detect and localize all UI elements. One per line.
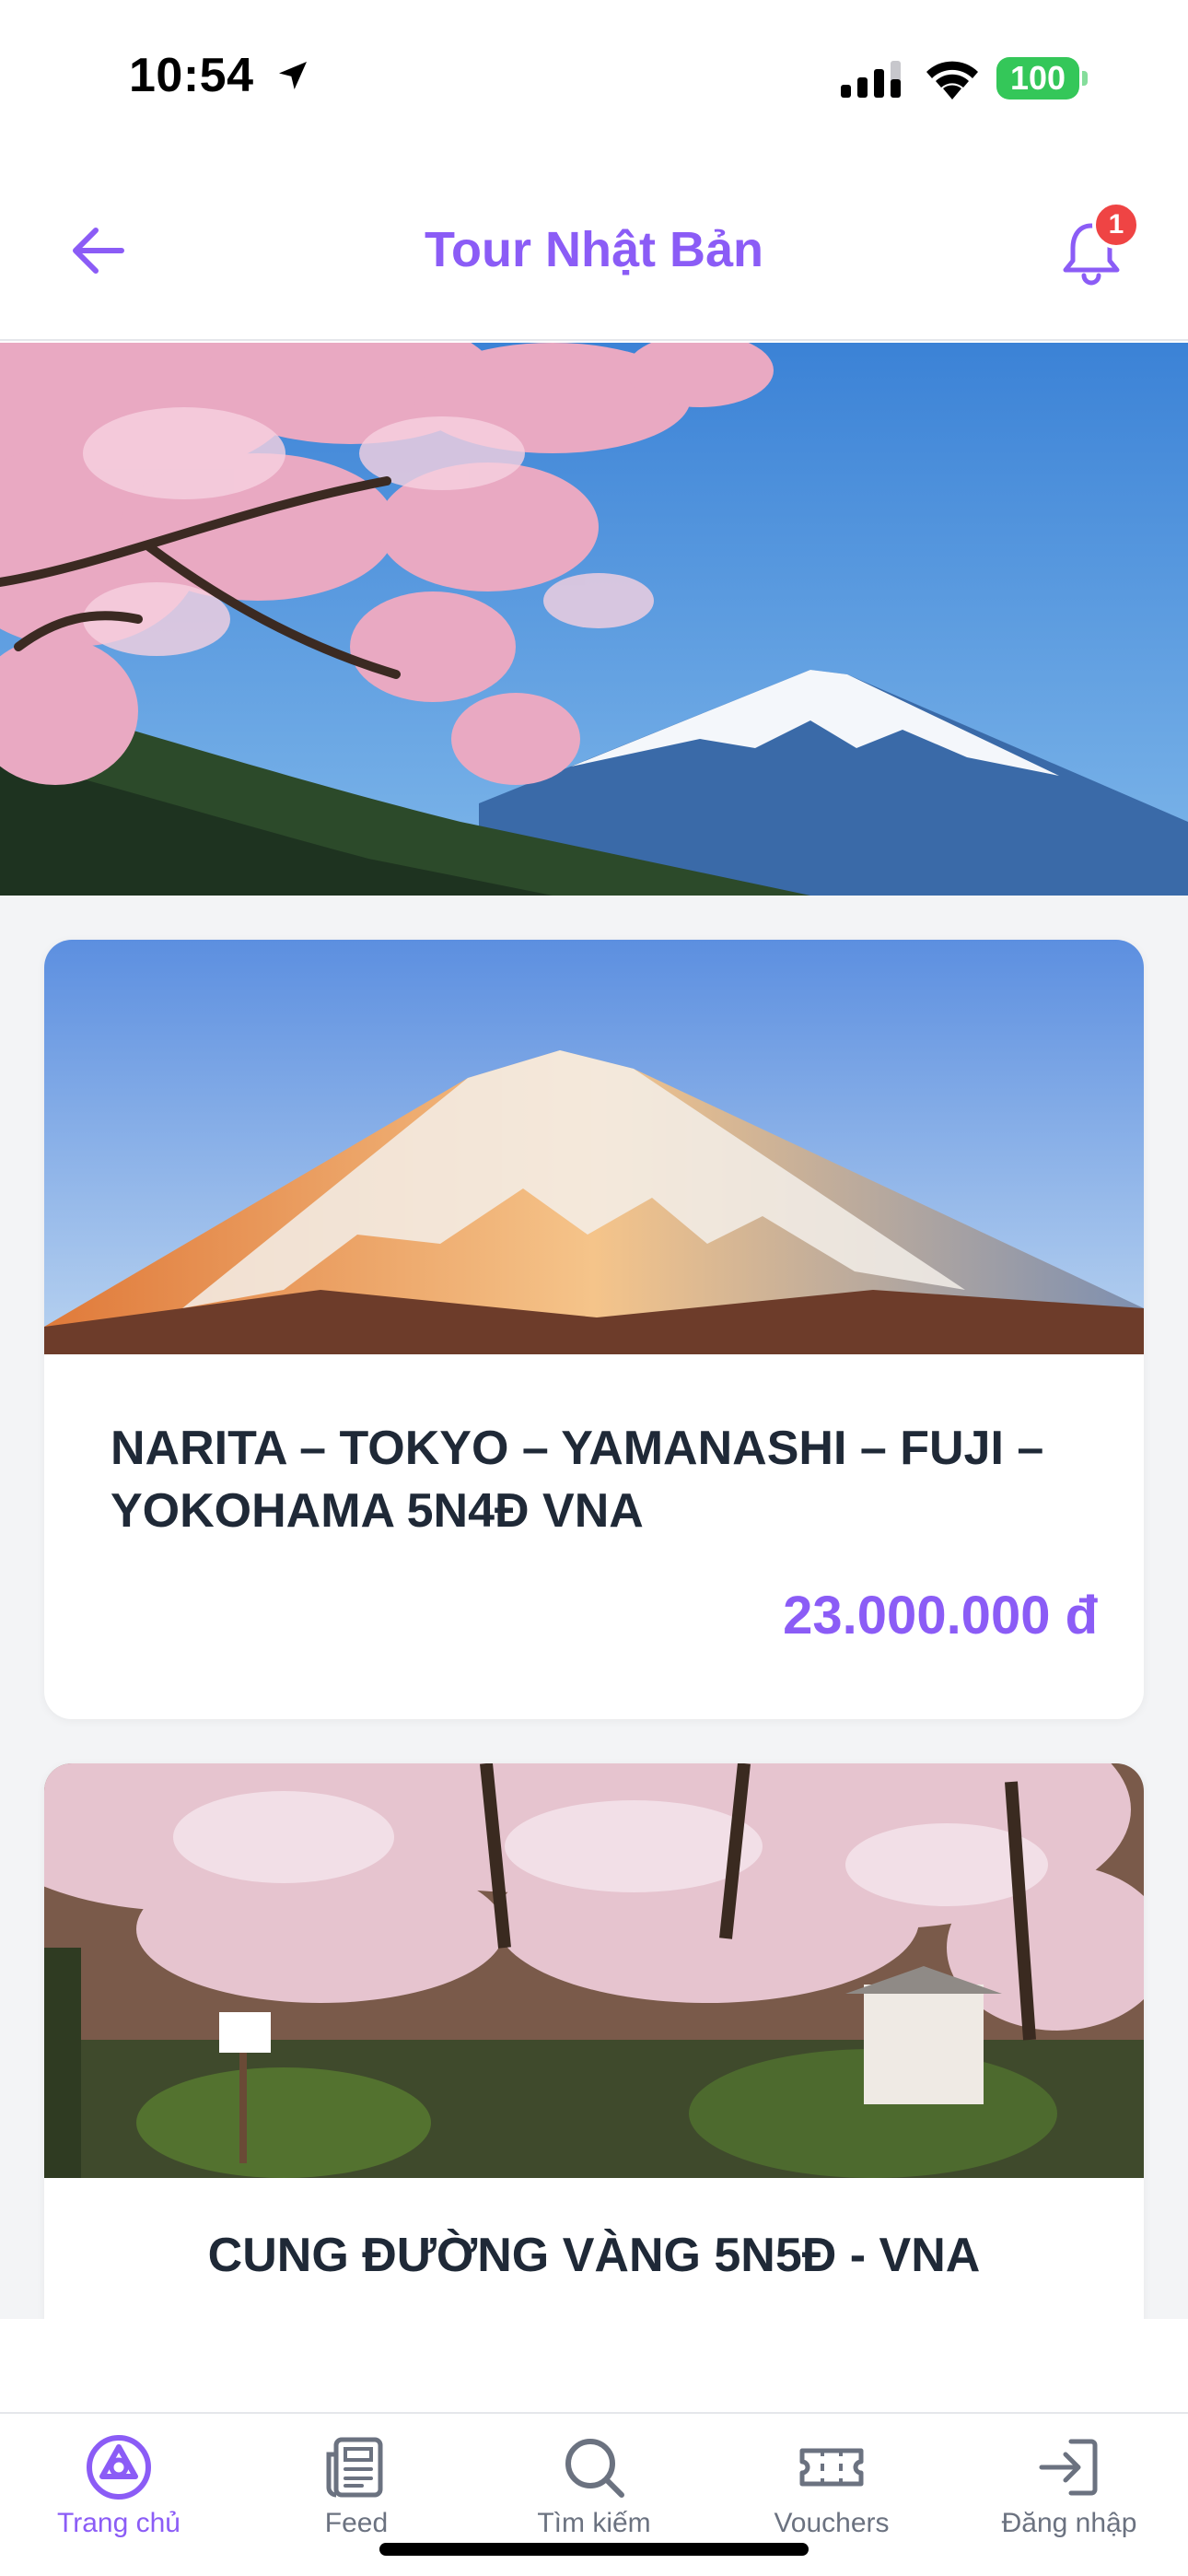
tour-image-fuji bbox=[44, 940, 1144, 1354]
tab-label: Tìm kiếm bbox=[537, 2508, 651, 2538]
top-nav-bar: Tour Nhật Bản 1 bbox=[0, 157, 1188, 341]
battery-indicator: 100 bbox=[996, 57, 1079, 100]
page-title: Tour Nhật Bản bbox=[425, 222, 763, 277]
tour-card[interactable]: CUNG ĐƯỜNG VÀNG 5N5Đ - VNA bbox=[44, 1763, 1144, 2319]
newspaper-icon bbox=[326, 2437, 383, 2498]
home-logo-icon bbox=[87, 2435, 151, 2500]
tour-image-cherry-blossom bbox=[44, 1763, 1144, 2178]
location-arrow-icon bbox=[279, 62, 307, 89]
tab-vouchers[interactable]: Vouchers bbox=[713, 2432, 950, 2561]
tour-title: NARITA – TOKYO – YAMANASHI – FUJI – YOKO… bbox=[111, 1422, 1044, 1538]
battery-level: 100 bbox=[1009, 59, 1066, 97]
search-icon bbox=[565, 2439, 624, 2498]
notification-badge: 1 bbox=[1092, 201, 1140, 249]
cellular-signal-icon bbox=[841, 61, 901, 98]
battery-nub bbox=[1082, 71, 1088, 86]
ticket-icon bbox=[799, 2448, 864, 2487]
status-time: 10:54 bbox=[129, 49, 254, 102]
tab-label: Vouchers bbox=[774, 2508, 890, 2538]
status-bar: 10:54 100 bbox=[0, 0, 1188, 157]
tab-feed[interactable]: Feed bbox=[238, 2432, 475, 2561]
tour-card[interactable]: NARITA – TOKYO – YAMANASHI – FUJI – YOKO… bbox=[44, 940, 1144, 1719]
home-indicator bbox=[379, 2543, 809, 2556]
wifi-icon bbox=[926, 61, 978, 100]
tab-label: Feed bbox=[324, 2508, 389, 2538]
tab-login[interactable]: Đăng nhập bbox=[950, 2432, 1188, 2561]
tab-search[interactable]: Tìm kiếm bbox=[475, 2432, 713, 2561]
tab-label: Trang chủ bbox=[57, 2508, 181, 2538]
login-icon bbox=[1039, 2439, 1098, 2496]
tour-list[interactable]: NARITA – TOKYO – YAMANASHI – FUJI – YOKO… bbox=[0, 896, 1188, 2319]
tab-home[interactable]: Trang chủ bbox=[0, 2432, 238, 2561]
tour-price: 23.000.000 đ bbox=[783, 1586, 1098, 1645]
hero-banner-image bbox=[0, 343, 1188, 896]
tab-label: Đăng nhập bbox=[1001, 2508, 1137, 2538]
tour-title: CUNG ĐƯỜNG VÀNG 5N5Đ - VNA bbox=[207, 2229, 981, 2282]
